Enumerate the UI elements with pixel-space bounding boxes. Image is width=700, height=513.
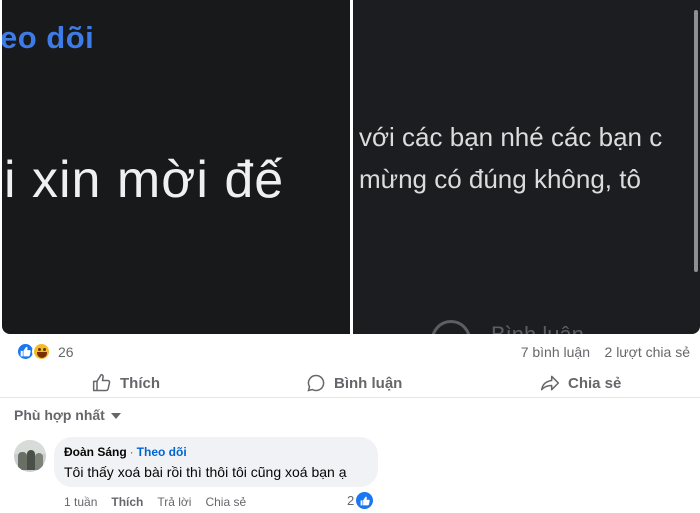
share-button[interactable]: Chia sẻ bbox=[540, 371, 621, 395]
comment-bubble: Đoàn Sáng · Theo dõi Tôi thấy xoá bài rồ… bbox=[54, 437, 378, 487]
avatar[interactable] bbox=[14, 440, 46, 472]
comment-button[interactable]: Bình luận bbox=[306, 371, 402, 395]
thumbs-up-icon bbox=[92, 373, 111, 392]
caret-down-icon bbox=[110, 413, 121, 419]
comment-icon bbox=[307, 374, 325, 392]
image-ghost-text: Bình luận bbox=[491, 322, 584, 334]
reaction-summary: 26 7 bình luận 2 lượt chia sẻ bbox=[0, 334, 700, 368]
image-caption-line-2: mừng có đúng không, tô bbox=[359, 164, 641, 194]
share-icon bbox=[540, 375, 560, 391]
image-text-invite: i xin mời đế bbox=[4, 151, 285, 209]
comment-ghost-icon bbox=[431, 320, 471, 334]
share-button-label: Chia sẻ bbox=[568, 374, 622, 392]
comment-like-button[interactable]: Thích bbox=[111, 495, 143, 509]
comment-header: Đoàn Sáng · Theo dõi bbox=[64, 445, 368, 459]
media-image-left[interactable]: eo dõi i xin mời đế bbox=[2, 0, 350, 334]
like-button[interactable]: Thích bbox=[92, 371, 160, 395]
image-text-follow: eo dõi bbox=[2, 20, 95, 55]
comment-reactions[interactable]: 2 bbox=[347, 492, 374, 509]
comment-sort-dropdown[interactable]: Phù hợp nhất bbox=[14, 407, 121, 423]
sort-label: Phù hợp nhất bbox=[14, 407, 105, 423]
comment-author[interactable]: Đoàn Sáng bbox=[64, 445, 127, 459]
image-caption: với các bạn nhé các bạn c mừng có đúng k… bbox=[359, 116, 662, 200]
follow-link[interactable]: Theo dõi bbox=[137, 445, 187, 459]
like-button-label: Thích bbox=[120, 374, 160, 392]
haha-icon bbox=[32, 342, 51, 361]
comment-count-link[interactable]: 7 bình luận bbox=[521, 344, 590, 360]
reaction-count[interactable]: 26 bbox=[58, 344, 74, 360]
separator-dot: · bbox=[129, 445, 134, 459]
comment-share-button[interactable]: Chia sẻ bbox=[205, 495, 246, 509]
post-action-bar: Thích Bình luận Chia sẻ bbox=[0, 368, 700, 398]
comment-meta: 1 tuần Thích Trả lời Chia sẻ bbox=[64, 495, 246, 509]
like-icon bbox=[356, 492, 374, 509]
comment-text: Tôi thấy xoá bài rồi thì thôi tôi cũng x… bbox=[64, 464, 347, 480]
reaction-icons[interactable] bbox=[16, 342, 51, 362]
share-count-link[interactable]: 2 lượt chia sẻ bbox=[605, 344, 690, 360]
scrollbar[interactable] bbox=[694, 10, 698, 272]
comment-reply-button[interactable]: Trả lời bbox=[157, 495, 191, 509]
comment-timestamp[interactable]: 1 tuần bbox=[64, 495, 97, 509]
comment-reaction-count: 2 bbox=[347, 493, 355, 508]
comment-button-label: Bình luận bbox=[334, 374, 403, 392]
post-media[interactable]: eo dõi i xin mời đế với các bạn nhé các … bbox=[0, 0, 700, 334]
image-caption-line-1: với các bạn nhé các bạn c bbox=[359, 122, 663, 152]
media-image-right[interactable]: với các bạn nhé các bạn c mừng có đúng k… bbox=[353, 0, 700, 334]
